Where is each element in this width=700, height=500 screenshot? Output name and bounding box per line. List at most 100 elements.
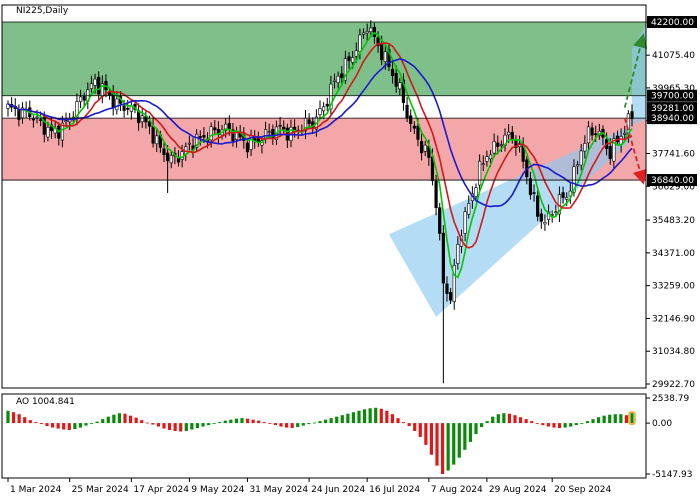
ao-bar: [541, 423, 545, 426]
ao-bar: [140, 420, 144, 424]
ao-bar: [101, 419, 105, 424]
time-tick-label: 1 Mar 2024: [10, 485, 62, 495]
ao-bar: [167, 423, 172, 431]
candle-body: [351, 57, 355, 63]
candle-body: [594, 133, 598, 136]
ao-bar: [457, 423, 461, 458]
ao-bar: [190, 423, 194, 430]
candle-body: [474, 187, 478, 197]
ao-bar: [624, 415, 629, 424]
ao-bar: [468, 423, 473, 442]
ao-bar: [613, 414, 617, 424]
candle-body: [358, 34, 362, 52]
ao-bar: [78, 423, 83, 428]
candle-body: [361, 32, 366, 35]
candle-body: [496, 142, 500, 147]
ao-bar: [429, 423, 434, 455]
ao-bar: [351, 412, 356, 424]
ao-bar: [323, 419, 328, 424]
price-tick-label: 41075.40: [652, 51, 695, 61]
ao-bar: [11, 412, 16, 424]
ao-bar: [195, 423, 200, 429]
osc-tick-label: 2538.79: [652, 394, 689, 404]
ao-bar: [507, 413, 512, 424]
candle-body: [481, 163, 485, 165]
ao-bar: [201, 423, 205, 427]
candle-body: [278, 124, 282, 127]
ao-bar: [374, 407, 378, 424]
ao-bar: [28, 420, 32, 424]
ao-bar: [39, 423, 44, 425]
candle-body: [485, 156, 489, 162]
ao-bar: [162, 423, 166, 429]
candle-body: [347, 56, 351, 62]
candle-body: [543, 222, 547, 225]
ao-bar: [368, 408, 372, 424]
candle-body: [78, 96, 83, 102]
ao-bar: [318, 421, 322, 424]
ao-bar: [179, 423, 183, 432]
ao-bar: [340, 415, 344, 424]
time-tick-label: 31 May 2024: [249, 485, 308, 495]
ao-bar: [56, 423, 60, 429]
time-tick-label: 9 May 2024: [191, 485, 244, 495]
candle-body: [478, 160, 482, 186]
candle-body: [423, 144, 427, 152]
ao-bar: [357, 410, 361, 424]
ao-bar: [73, 423, 77, 430]
ao-bar: [479, 423, 484, 428]
ao-bar: [84, 423, 88, 426]
ao-bar: [602, 415, 606, 424]
candle-body: [198, 136, 202, 138]
time-tick-label: 25 Mar 2024: [72, 485, 129, 495]
ao-bar: [23, 417, 27, 424]
ao-bar: [151, 423, 155, 425]
ao-bar: [463, 423, 467, 450]
time-axis: 1 Mar 2024 25 Mar 2024 17 Apr 2024 9 May 20…: [7, 478, 612, 495]
ao-bar: [234, 418, 239, 424]
ao-bar: [390, 414, 395, 424]
oscillator-panel: [6, 407, 636, 474]
candle-body: [532, 192, 536, 194]
ao-bar: [240, 418, 244, 424]
ao-bar: [229, 419, 233, 424]
price-tick-label: 33259.00: [652, 282, 695, 292]
candle-body: [245, 142, 250, 153]
ao-bar: [596, 417, 601, 424]
ao-bar: [518, 417, 523, 424]
osc-tick-label: 0.00: [652, 419, 672, 429]
ao-bar: [34, 422, 38, 424]
osc-tick-label: -5147.93: [652, 470, 692, 480]
oscillator-panel-border: [1, 393, 647, 479]
price-tick-label: 34371.00: [652, 249, 695, 259]
ao-bar: [335, 416, 339, 424]
candle-body: [507, 131, 511, 136]
level-tag-label: 42200.00: [651, 18, 694, 28]
candle-body: [536, 195, 540, 217]
ao-bar: [452, 423, 456, 465]
candle-body: [438, 207, 442, 234]
ao-bar: [557, 423, 562, 429]
candle-body: [365, 31, 369, 34]
candle-body: [209, 126, 213, 141]
candle-body: [579, 150, 583, 166]
candle-body: [39, 119, 43, 121]
time-tick-label: 16 Jul 2024: [369, 485, 420, 495]
time-tick-label: 24 Jun 2024: [311, 485, 365, 495]
candle-body: [390, 68, 395, 77]
oscillator-label: AO 1004.841: [16, 397, 75, 407]
level-tag-label: 39700.00: [651, 92, 694, 102]
ao-bar: [346, 413, 350, 424]
candle-body: [630, 111, 634, 120]
ao-bar: [485, 421, 489, 424]
ao-bar: [262, 422, 266, 424]
time-tick-label: 29 Aug 2024: [489, 485, 547, 495]
candle-body: [583, 143, 587, 152]
level-tag-label: 38940.00: [651, 114, 694, 124]
ao-bar: [296, 423, 300, 428]
ao-bar: [173, 423, 177, 432]
candle-body: [434, 180, 438, 208]
ao-bar: [435, 423, 439, 466]
candle-body: [162, 148, 166, 155]
candle-body: [93, 78, 97, 86]
